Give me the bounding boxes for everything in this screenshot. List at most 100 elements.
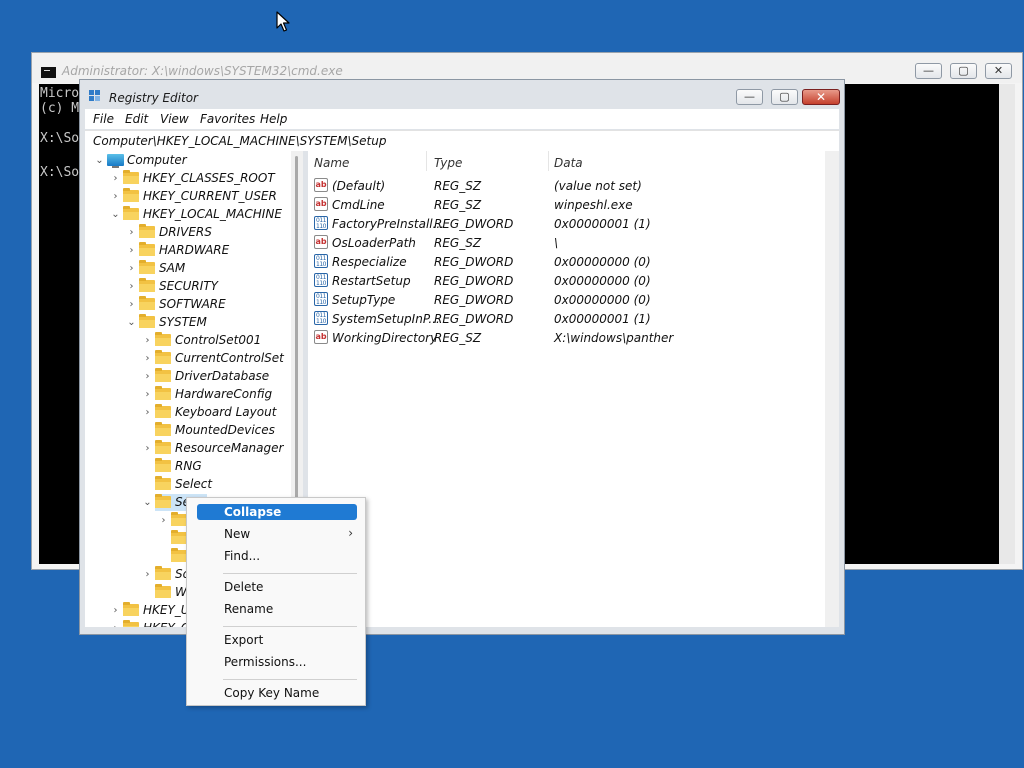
column-header-type[interactable]: Type <box>434 156 462 170</box>
tree-node[interactable]: Select <box>85 476 291 494</box>
value-data: winpeshl.exe <box>554 198 633 212</box>
value-row[interactable]: 011 110 SystemSetupInP... REG_DWORD 0x00000… <box>308 310 823 329</box>
chevron-right-icon[interactable]: › <box>127 299 136 310</box>
values-list[interactable]: Name Type Data ab (Default) REG_SZ (value n… <box>308 151 839 627</box>
value-row[interactable]: ab (Default) REG_SZ (value not set) <box>308 177 823 196</box>
value-row[interactable]: ab OsLoaderPath REG_SZ \ <box>308 234 823 253</box>
tree-node[interactable]: RNG <box>85 458 291 476</box>
tree-node[interactable]: › ControlSet001 <box>85 332 291 350</box>
chevron-right-icon[interactable]: › <box>143 335 152 346</box>
tree-node[interactable]: › HKEY_CURRENT_USER <box>85 188 291 206</box>
menu-edit[interactable]: Edit <box>125 112 148 126</box>
chevron-right-icon[interactable]: › <box>143 353 152 364</box>
menu-item-label: Delete <box>224 580 264 594</box>
tree-node[interactable]: › SOFTWARE <box>85 296 291 314</box>
menu-help[interactable]: Help <box>260 112 287 126</box>
tree-node[interactable]: MountedDevices <box>85 422 291 440</box>
column-header-data[interactable]: Data <box>554 156 583 170</box>
menu-view[interactable]: View <box>160 112 189 126</box>
chevron-right-icon[interactable]: › <box>111 191 120 202</box>
cmd-close-button[interactable]: ✕ <box>985 63 1012 79</box>
menu-item-delete[interactable]: Delete <box>197 579 357 595</box>
list-scrollbar[interactable] <box>825 151 839 627</box>
chevron-right-icon[interactable]: › <box>143 389 152 400</box>
menu-item-find[interactable]: Find... <box>197 548 357 564</box>
tree-node[interactable]: ⌄ Computer <box>85 152 291 170</box>
cmd-maximize-button[interactable]: ▢ <box>950 63 977 79</box>
string-value-icon: ab <box>314 178 328 192</box>
cmd-scrollbar[interactable] <box>999 84 1015 564</box>
tree-node[interactable]: › DriverDatabase <box>85 368 291 386</box>
menu-separator <box>223 626 357 627</box>
chevron-right-icon[interactable]: › <box>111 623 120 627</box>
value-type: REG_SZ <box>434 236 482 250</box>
console-line: X:\So <box>40 131 80 146</box>
value-type: REG_DWORD <box>434 293 514 307</box>
folder-icon <box>155 566 171 580</box>
tree-node[interactable]: ⌄ SYSTEM <box>85 314 291 332</box>
chevron-right-icon[interactable]: › <box>111 173 120 184</box>
menu-item-copy-key-name[interactable]: Copy Key Name <box>197 685 357 701</box>
cmd-minimize-button[interactable]: — <box>915 63 942 79</box>
regedit-title-bar[interactable]: Registry Editor — ▢ ✕ <box>80 80 844 110</box>
value-row[interactable]: 011 110 FactoryPreInstall... REG_DWORD 0x00… <box>308 215 823 234</box>
chevron-right-icon[interactable]: › <box>143 371 152 382</box>
value-row[interactable]: 011 110 Respecialize REG_DWORD 0x00000000 (… <box>308 253 823 272</box>
tree-node[interactable]: › CurrentControlSet <box>85 350 291 368</box>
tree-node-label: DriverDatabase <box>175 369 270 383</box>
chevron-down-icon[interactable]: ⌄ <box>127 317 136 328</box>
regedit-maximize-button[interactable]: ▢ <box>771 89 798 105</box>
chevron-right-icon[interactable]: › <box>111 605 120 616</box>
value-type: REG_SZ <box>434 179 482 193</box>
tree-node-label: HardwareConfig <box>175 387 273 401</box>
menu-file[interactable]: File <box>93 112 114 126</box>
chevron-down-icon[interactable]: ⌄ <box>143 497 152 508</box>
menu-favorites[interactable]: Favorites <box>200 112 255 126</box>
tree-node-label: HKEY_CLASSES_ROOT <box>143 171 275 185</box>
chevron-right-icon[interactable]: › <box>127 281 136 292</box>
chevron-right-icon[interactable]: › <box>127 263 136 274</box>
folder-icon <box>123 602 139 616</box>
regedit-minimize-button[interactable]: — <box>736 89 763 105</box>
tree-node[interactable]: › SECURITY <box>85 278 291 296</box>
column-header-name[interactable]: Name <box>314 156 349 170</box>
menu-item-new[interactable]: New › <box>197 526 357 542</box>
regedit-close-button[interactable]: ✕ <box>802 89 840 105</box>
chevron-right-icon[interactable]: › <box>143 443 152 454</box>
menu-item-collapse[interactable]: Collapse <box>197 504 357 520</box>
menu-item-label: New <box>224 527 251 541</box>
chevron-right-icon[interactable]: › <box>143 569 152 580</box>
chevron-down-icon[interactable]: ⌄ <box>95 155 104 166</box>
tree-node[interactable]: › Keyboard Layout <box>85 404 291 422</box>
tree-node[interactable]: › HardwareConfig <box>85 386 291 404</box>
tree-node[interactable]: › SAM <box>85 260 291 278</box>
chevron-down-icon[interactable]: ⌄ <box>111 209 120 220</box>
chevron-right-icon[interactable]: › <box>143 407 152 418</box>
tree-node[interactable]: › DRIVERS <box>85 224 291 242</box>
value-row[interactable]: 011 110 SetupType REG_DWORD 0x00000000 (0) <box>308 291 823 310</box>
folder-icon <box>123 170 139 184</box>
value-type: REG_DWORD <box>434 255 514 269</box>
menu-item-export[interactable]: Export <box>197 632 357 648</box>
tree-node[interactable]: ⌄ HKEY_LOCAL_MACHINE <box>85 206 291 224</box>
tree-node[interactable]: › HKEY_CLASSES_ROOT <box>85 170 291 188</box>
menu-item-rename[interactable]: Rename <box>197 601 357 617</box>
tree-node-label: HARDWARE <box>159 243 230 257</box>
value-row[interactable]: 011 110 RestartSetup REG_DWORD 0x00000000 (… <box>308 272 823 291</box>
address-bar[interactable]: Computer\HKEY_LOCAL_MACHINE\SYSTEM\Setup <box>85 130 839 151</box>
menu-item-permissions[interactable]: Permissions... <box>197 654 357 670</box>
tree-node[interactable]: › ResourceManager <box>85 440 291 458</box>
value-data: 0x00000000 (0) <box>554 255 651 269</box>
chevron-right-icon[interactable]: › <box>127 245 136 256</box>
menu-item-label: Copy Key Name <box>224 686 320 700</box>
tree-scrollbar-thumb[interactable] <box>295 156 298 501</box>
chevron-right-icon: › <box>348 526 353 540</box>
value-row[interactable]: ab WorkingDirectory REG_SZ X:\windows\panth… <box>308 329 823 348</box>
value-row[interactable]: ab CmdLine REG_SZ winpeshl.exe <box>308 196 823 215</box>
chevron-right-icon[interactable]: › <box>159 515 168 526</box>
chevron-right-icon[interactable]: › <box>127 227 136 238</box>
string-value-icon: ab <box>314 197 328 211</box>
tree-node[interactable]: › HARDWARE <box>85 242 291 260</box>
column-divider[interactable] <box>426 151 427 171</box>
column-divider[interactable] <box>548 151 549 171</box>
